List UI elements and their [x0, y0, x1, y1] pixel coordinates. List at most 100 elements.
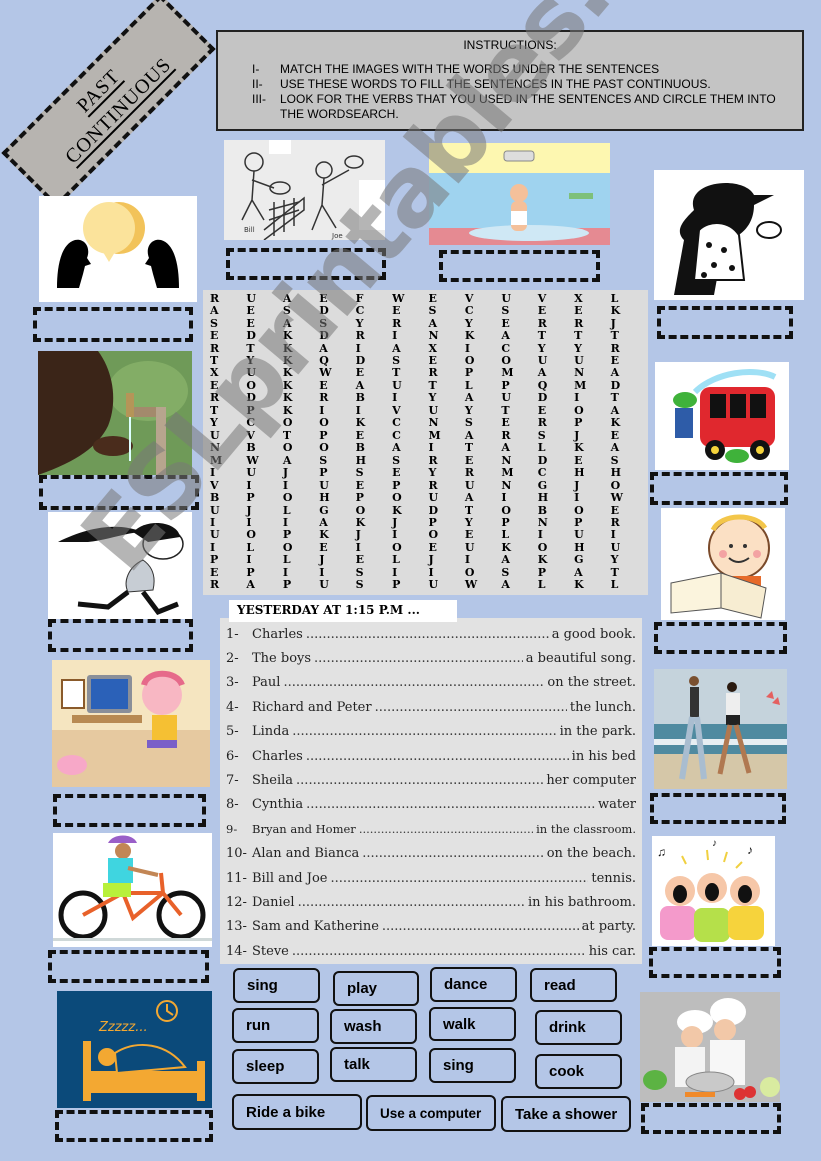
wordsearch-cell[interactable]: U [498, 392, 534, 404]
wordsearch-cell[interactable]: N [535, 516, 571, 528]
wordsearch-cell[interactable]: A [389, 342, 425, 354]
wordsearch-cell[interactable]: V [535, 292, 571, 304]
wordsearch-cell[interactable]: R [608, 516, 644, 528]
sentence-blank[interactable]: ........................................… [306, 749, 569, 764]
wordsearch-cell[interactable]: V [389, 404, 425, 416]
wordsearch-cell[interactable]: O [462, 354, 498, 366]
wordsearch-cell[interactable]: S [389, 354, 425, 366]
answer-box-cook[interactable] [641, 1103, 781, 1134]
sentence-blank[interactable]: ........................................… [362, 846, 543, 861]
wordsearch-cell[interactable]: T [462, 441, 498, 453]
wordsearch-cell[interactable]: U [535, 354, 571, 366]
wordsearch-cell[interactable]: I [389, 566, 425, 578]
wordsearch-cell[interactable]: U [243, 292, 279, 304]
wordsearch-cell[interactable]: A [280, 317, 316, 329]
wordsearch-cell[interactable]: E [207, 379, 243, 391]
wordsearch-cell[interactable]: A [316, 342, 352, 354]
wordsearch-cell[interactable]: I [207, 516, 243, 528]
wordsearch-cell[interactable]: P [243, 491, 279, 503]
wordsearch-cell[interactable]: E [426, 354, 462, 366]
wordsearch-cell[interactable]: M [207, 454, 243, 466]
wordsearch-cell[interactable]: T [535, 329, 571, 341]
answer-box-shower[interactable] [439, 250, 600, 282]
wordsearch-cell[interactable]: E [353, 367, 389, 379]
wordsearch-cell[interactable]: I [535, 529, 571, 541]
wordsearch-cell[interactable]: K [280, 367, 316, 379]
wordsearch-cell[interactable]: I [280, 479, 316, 491]
word-bank-item[interactable]: talk [330, 1047, 417, 1082]
sentence-blank[interactable]: ........................................… [382, 919, 579, 934]
wordsearch-cell[interactable]: I [353, 404, 389, 416]
wordsearch-cell[interactable]: U [426, 579, 462, 591]
wordsearch-cell[interactable]: E [535, 404, 571, 416]
wordsearch-cell[interactable]: R [207, 292, 243, 304]
wordsearch-cell[interactable]: R [571, 317, 607, 329]
wordsearch-cell[interactable]: U [426, 491, 462, 503]
wordsearch-cell[interactable]: C [389, 417, 425, 429]
wordsearch-cell[interactable]: H [353, 454, 389, 466]
wordsearch-cell[interactable]: I [608, 529, 644, 541]
wordsearch-cell[interactable]: C [389, 429, 425, 441]
wordsearch-cell[interactable]: E [571, 304, 607, 316]
wordsearch-cell[interactable]: C [498, 342, 534, 354]
wordsearch-cell[interactable]: O [462, 566, 498, 578]
wordsearch-cell[interactable]: T [280, 429, 316, 441]
wordsearch-cell[interactable]: S [389, 454, 425, 466]
wordsearch-cell[interactable]: D [535, 454, 571, 466]
sentence-blank[interactable]: ........................................… [314, 651, 523, 666]
wordsearch-cell[interactable]: T [462, 504, 498, 516]
wordsearch-cell[interactable]: G [535, 479, 571, 491]
wordsearch-cell[interactable]: U [498, 292, 534, 304]
wordsearch-cell[interactable]: I [462, 554, 498, 566]
word-bank-item[interactable]: sing [233, 968, 320, 1003]
wordsearch-cell[interactable]: A [243, 579, 279, 591]
answer-box-wash[interactable] [650, 472, 788, 505]
wordsearch-cell[interactable]: K [280, 329, 316, 341]
wordsearch-cell[interactable]: Y [243, 354, 279, 366]
wordsearch-cell[interactable]: A [498, 441, 534, 453]
wordsearch-cell[interactable]: E [353, 479, 389, 491]
wordsearch-cell[interactable]: R [535, 317, 571, 329]
wordsearch-cell[interactable]: A [608, 404, 644, 416]
wordsearch-cell[interactable]: T [608, 566, 644, 578]
wordsearch-cell[interactable]: U [316, 579, 352, 591]
word-bank-item[interactable]: read [530, 968, 617, 1002]
wordsearch-cell[interactable]: I [571, 392, 607, 404]
wordsearch-cell[interactable]: A [389, 441, 425, 453]
wordsearch-cell[interactable]: H [535, 491, 571, 503]
wordsearch-cell[interactable]: B [207, 491, 243, 503]
wordsearch-cell[interactable]: K [280, 404, 316, 416]
wordsearch-cell[interactable]: U [462, 479, 498, 491]
wordsearch-cell[interactable]: T [207, 354, 243, 366]
word-bank-item[interactable]: Take a shower [501, 1096, 631, 1132]
wordsearch-cell[interactable]: O [571, 404, 607, 416]
answer-box-drink[interactable] [39, 475, 199, 510]
wordsearch-cell[interactable]: U [316, 479, 352, 491]
wordsearch-cell[interactable]: P [389, 479, 425, 491]
sentence-blank[interactable]: ........................................… [292, 944, 586, 959]
answer-box-dance[interactable] [657, 306, 793, 339]
wordsearch-cell[interactable]: A [426, 317, 462, 329]
wordsearch-cell[interactable]: A [535, 367, 571, 379]
wordsearch-cell[interactable]: O [498, 354, 534, 366]
sentence-blank[interactable]: ........................................… [375, 700, 567, 715]
wordsearch-cell[interactable]: Y [535, 342, 571, 354]
word-bank-item[interactable]: run [232, 1008, 319, 1043]
wordsearch-cell[interactable]: K [535, 554, 571, 566]
wordsearch-cell[interactable]: K [498, 541, 534, 553]
wordsearch-cell[interactable]: P [280, 529, 316, 541]
wordsearch-cell[interactable]: J [353, 529, 389, 541]
wordsearch-cell[interactable]: K [280, 354, 316, 366]
wordsearch-cell[interactable]: T [426, 379, 462, 391]
wordsearch-cell[interactable]: M [571, 379, 607, 391]
wordsearch-cell[interactable]: H [571, 541, 607, 553]
word-bank-item[interactable]: Use a computer [366, 1095, 496, 1131]
wordsearch-cell[interactable]: Y [353, 317, 389, 329]
sentence-blank[interactable]: ........................................… [292, 724, 556, 739]
wordsearch-cell[interactable]: T [389, 367, 425, 379]
wordsearch-cell[interactable]: O [353, 504, 389, 516]
wordsearch-cell[interactable]: L [280, 554, 316, 566]
wordsearch-cell[interactable]: I [280, 516, 316, 528]
wordsearch-cell[interactable]: P [280, 579, 316, 591]
wordsearch-cell[interactable]: E [316, 541, 352, 553]
